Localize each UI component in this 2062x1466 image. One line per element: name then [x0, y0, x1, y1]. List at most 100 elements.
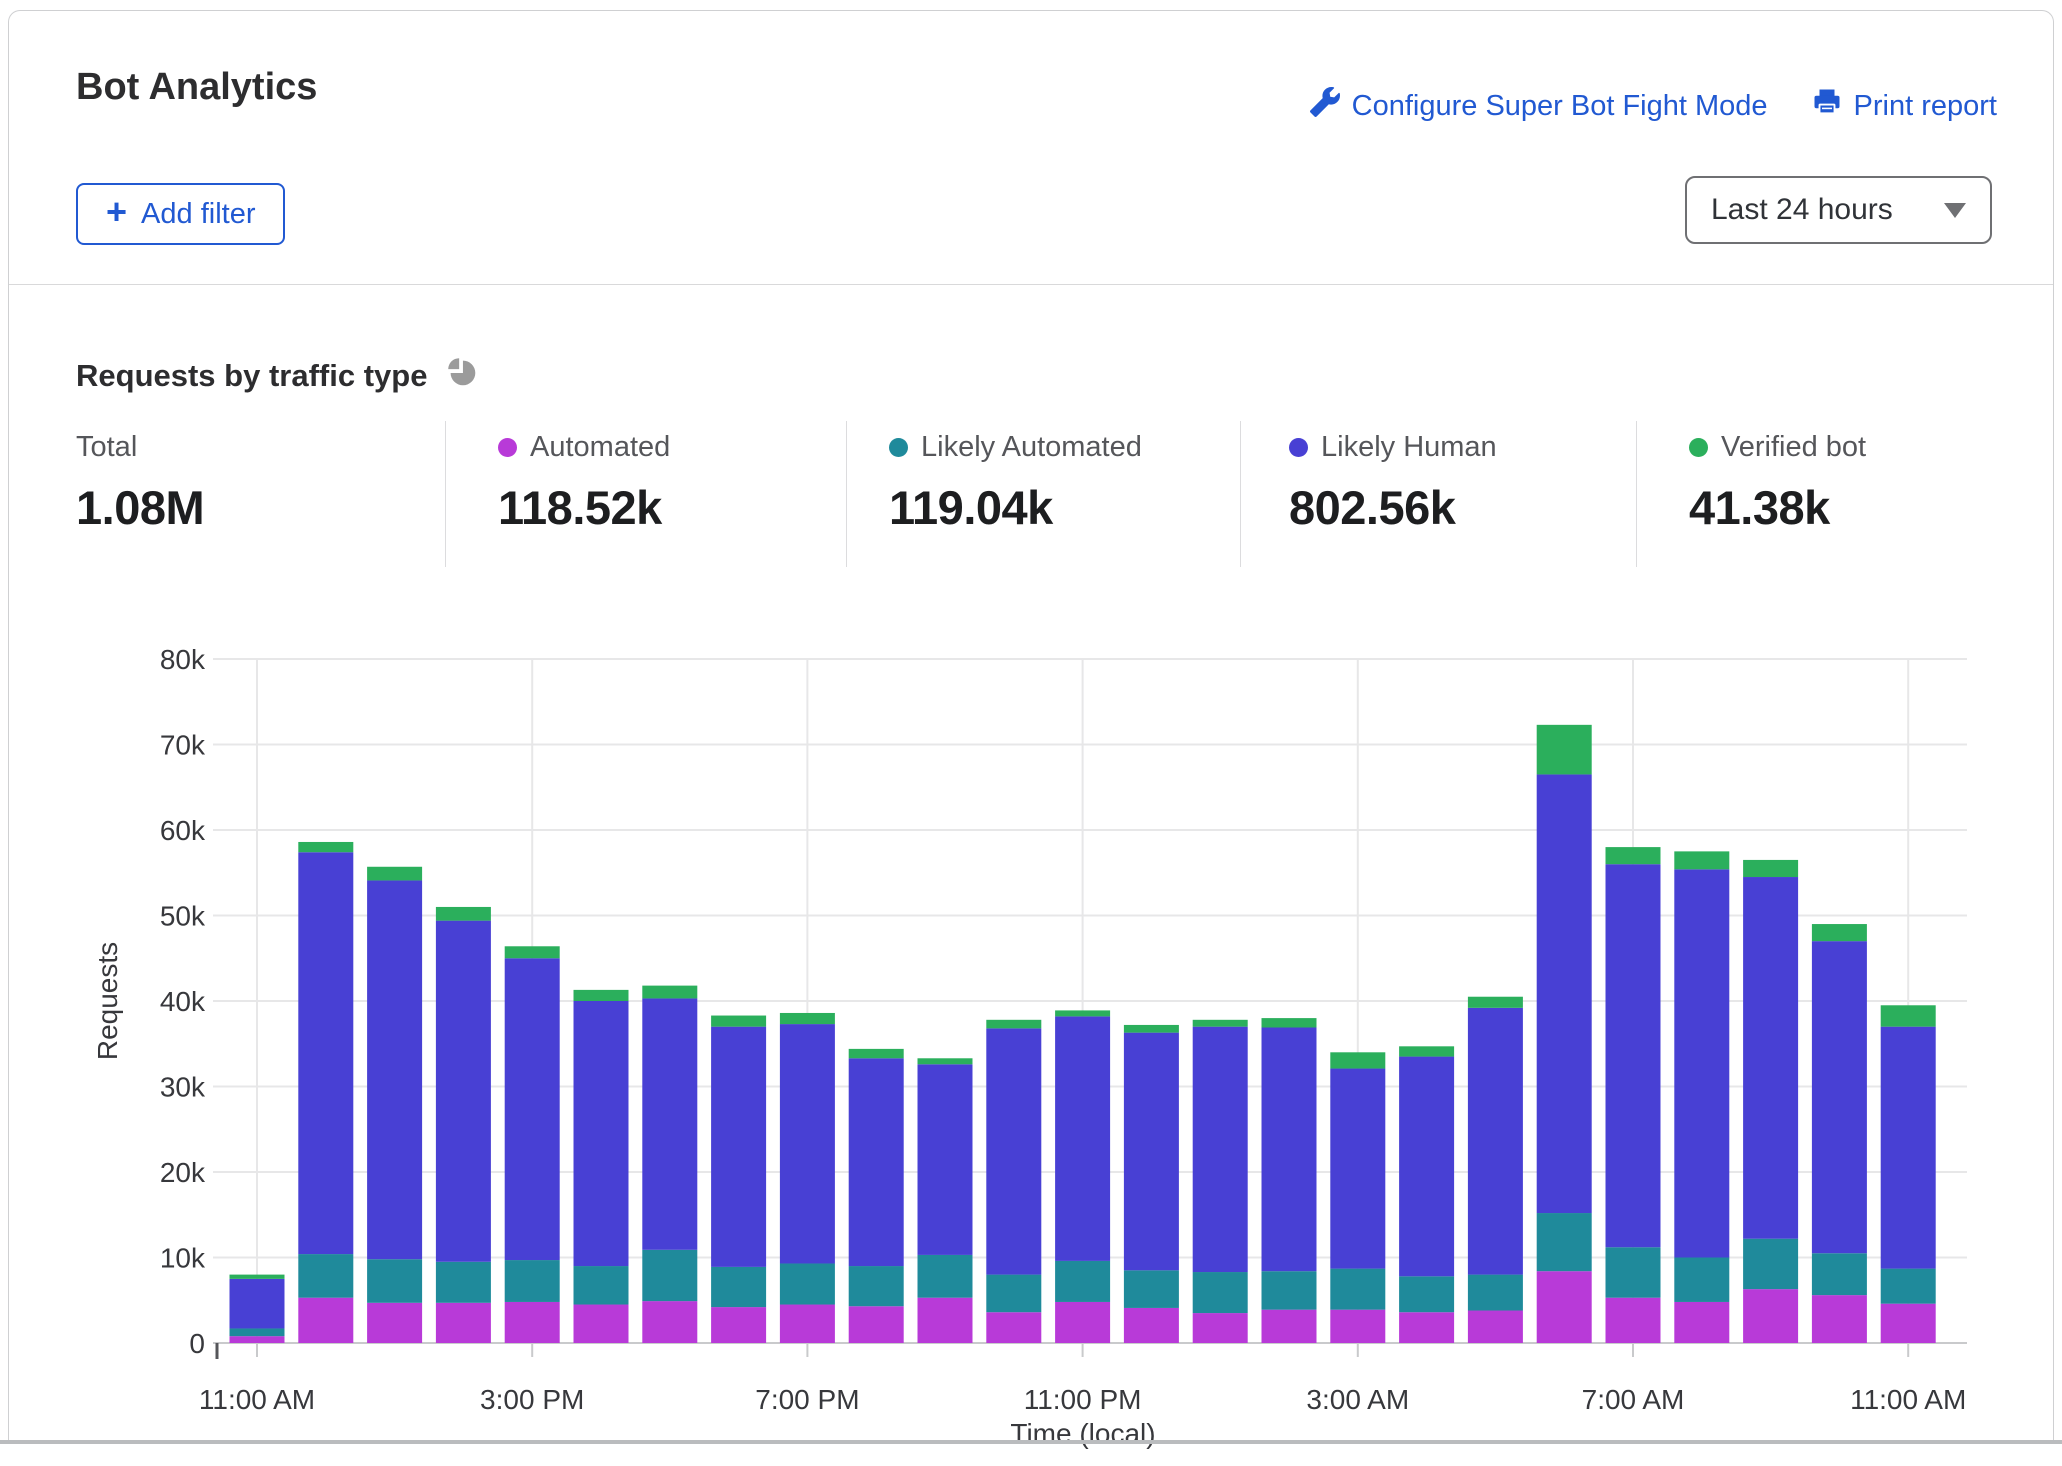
bar-segment-likely-human[interactable]	[505, 958, 560, 1260]
bar-segment-automated[interactable]	[1812, 1295, 1867, 1343]
bar-segment-automated[interactable]	[1055, 1302, 1110, 1343]
bar-segment-likely-human[interactable]	[1055, 1016, 1110, 1261]
bar-segment-automated[interactable]	[1124, 1308, 1179, 1343]
bar-segment-automated[interactable]	[298, 1298, 353, 1343]
bar-segment-automated[interactable]	[1881, 1304, 1936, 1343]
bar-segment-automated[interactable]	[1606, 1298, 1661, 1343]
bar-segment-likely-human[interactable]	[1606, 864, 1661, 1247]
bar-segment-verified-bot[interactable]	[1262, 1018, 1317, 1027]
bar-segment-likely-automated[interactable]	[1330, 1269, 1385, 1310]
bar-segment-likely-human[interactable]	[367, 880, 422, 1259]
bar-segment-verified-bot[interactable]	[986, 1020, 1041, 1029]
bar-segment-likely-automated[interactable]	[1743, 1239, 1798, 1289]
bar-segment-verified-bot[interactable]	[230, 1275, 285, 1279]
bar-segment-automated[interactable]	[505, 1302, 560, 1343]
bar-segment-automated[interactable]	[711, 1307, 766, 1343]
time-range-dropdown[interactable]: Last 24 hours	[1685, 176, 1992, 244]
bar-segment-likely-human[interactable]	[230, 1279, 285, 1329]
bar-segment-verified-bot[interactable]	[711, 1016, 766, 1027]
bar-segment-likely-human[interactable]	[1743, 877, 1798, 1239]
bar-segment-likely-automated[interactable]	[505, 1260, 560, 1302]
bar-segment-likely-automated[interactable]	[298, 1254, 353, 1298]
bar-segment-verified-bot[interactable]	[1399, 1046, 1454, 1056]
bar-segment-likely-automated[interactable]	[1468, 1275, 1523, 1311]
bar-segment-likely-automated[interactable]	[1812, 1253, 1867, 1295]
bar-segment-verified-bot[interactable]	[1674, 851, 1729, 869]
bar-segment-likely-human[interactable]	[1881, 1027, 1936, 1269]
bar-segment-verified-bot[interactable]	[1812, 924, 1867, 941]
bar-segment-likely-automated[interactable]	[1399, 1276, 1454, 1312]
bar-segment-verified-bot[interactable]	[1055, 1010, 1110, 1016]
bar-segment-verified-bot[interactable]	[1124, 1025, 1179, 1033]
print-report-link[interactable]: Print report	[1812, 87, 1997, 125]
bar-segment-automated[interactable]	[230, 1336, 285, 1343]
add-filter-button[interactable]: + Add filter	[76, 183, 285, 245]
bar-segment-verified-bot[interactable]	[574, 990, 629, 1001]
bar-segment-likely-automated[interactable]	[436, 1262, 491, 1303]
bar-segment-automated[interactable]	[918, 1298, 973, 1343]
bar-segment-automated[interactable]	[986, 1312, 1041, 1343]
bar-segment-verified-bot[interactable]	[780, 1013, 835, 1024]
bar-segment-likely-human[interactable]	[918, 1064, 973, 1255]
bar-segment-automated[interactable]	[1537, 1271, 1592, 1343]
bar-segment-likely-automated[interactable]	[1881, 1269, 1936, 1304]
bar-segment-likely-automated[interactable]	[642, 1250, 697, 1301]
bar-segment-automated[interactable]	[436, 1303, 491, 1343]
bar-segment-likely-human[interactable]	[711, 1027, 766, 1267]
bar-segment-automated[interactable]	[1743, 1289, 1798, 1343]
bar-segment-verified-bot[interactable]	[367, 867, 422, 881]
bar-segment-likely-automated[interactable]	[1674, 1258, 1729, 1302]
bar-segment-automated[interactable]	[1330, 1310, 1385, 1343]
bar-segment-likely-human[interactable]	[642, 998, 697, 1249]
bar-segment-likely-automated[interactable]	[367, 1259, 422, 1303]
bar-segment-automated[interactable]	[574, 1305, 629, 1343]
bar-segment-verified-bot[interactable]	[436, 907, 491, 921]
bar-segment-verified-bot[interactable]	[1606, 847, 1661, 864]
bar-segment-likely-human[interactable]	[986, 1028, 1041, 1274]
bar-segment-verified-bot[interactable]	[1468, 997, 1523, 1008]
bar-segment-likely-automated[interactable]	[918, 1255, 973, 1298]
bar-segment-verified-bot[interactable]	[298, 842, 353, 852]
bar-segment-automated[interactable]	[1193, 1313, 1248, 1343]
bar-segment-likely-automated[interactable]	[1606, 1247, 1661, 1297]
bar-segment-likely-human[interactable]	[780, 1024, 835, 1263]
bar-segment-likely-automated[interactable]	[1124, 1270, 1179, 1308]
bar-segment-automated[interactable]	[367, 1303, 422, 1343]
bar-segment-verified-bot[interactable]	[1743, 860, 1798, 877]
bar-segment-verified-bot[interactable]	[849, 1049, 904, 1058]
bar-segment-automated[interactable]	[1399, 1312, 1454, 1343]
bar-segment-automated[interactable]	[1674, 1302, 1729, 1343]
bar-segment-likely-automated[interactable]	[1537, 1213, 1592, 1271]
bar-segment-automated[interactable]	[780, 1305, 835, 1343]
bar-segment-verified-bot[interactable]	[642, 986, 697, 999]
bar-segment-likely-human[interactable]	[1330, 1069, 1385, 1269]
bar-segment-likely-human[interactable]	[849, 1058, 904, 1266]
bar-segment-likely-automated[interactable]	[230, 1328, 285, 1336]
bar-segment-verified-bot[interactable]	[1881, 1005, 1936, 1026]
bar-segment-likely-human[interactable]	[1399, 1057, 1454, 1277]
bar-segment-automated[interactable]	[642, 1301, 697, 1343]
bar-segment-verified-bot[interactable]	[1193, 1020, 1248, 1027]
bar-segment-likely-automated[interactable]	[849, 1266, 904, 1306]
bar-segment-likely-human[interactable]	[1537, 774, 1592, 1213]
bar-segment-likely-human[interactable]	[574, 1001, 629, 1266]
bar-segment-automated[interactable]	[1262, 1310, 1317, 1343]
bar-segment-likely-human[interactable]	[1124, 1033, 1179, 1271]
bar-segment-verified-bot[interactable]	[1537, 725, 1592, 775]
bar-segment-likely-automated[interactable]	[780, 1263, 835, 1304]
bar-segment-likely-automated[interactable]	[986, 1275, 1041, 1313]
bar-segment-likely-human[interactable]	[1468, 1008, 1523, 1275]
bar-segment-likely-human[interactable]	[1193, 1027, 1248, 1272]
bar-segment-automated[interactable]	[849, 1306, 904, 1343]
bar-segment-likely-automated[interactable]	[574, 1266, 629, 1304]
bar-segment-likely-automated[interactable]	[711, 1267, 766, 1307]
bar-segment-likely-human[interactable]	[1262, 1028, 1317, 1272]
bar-segment-likely-human[interactable]	[298, 852, 353, 1254]
bar-segment-automated[interactable]	[1468, 1311, 1523, 1343]
bar-segment-verified-bot[interactable]	[1330, 1052, 1385, 1068]
bar-segment-likely-human[interactable]	[1674, 869, 1729, 1257]
bar-segment-verified-bot[interactable]	[505, 946, 560, 958]
bar-segment-likely-human[interactable]	[1812, 941, 1867, 1253]
bar-segment-likely-automated[interactable]	[1193, 1272, 1248, 1313]
bar-segment-likely-automated[interactable]	[1055, 1261, 1110, 1302]
